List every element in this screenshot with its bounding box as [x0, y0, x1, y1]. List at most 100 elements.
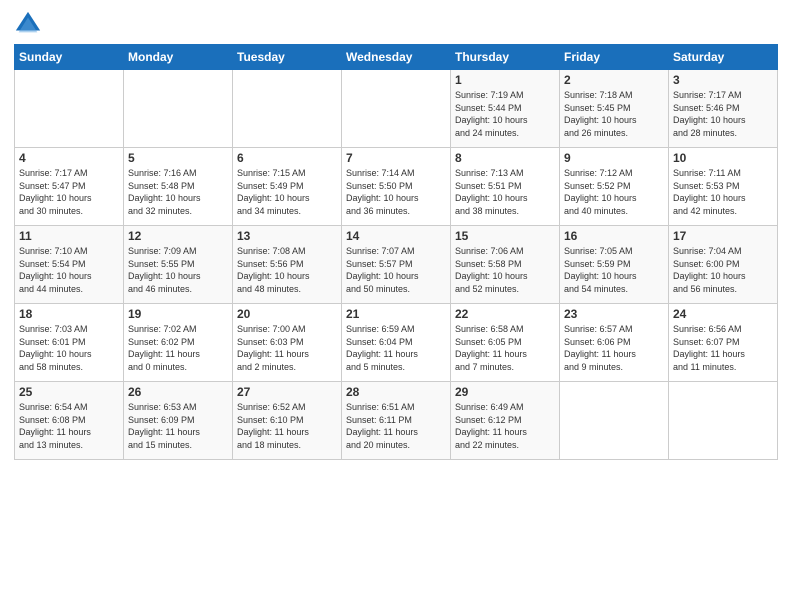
day-cell [233, 70, 342, 148]
day-info: Sunrise: 7:00 AM Sunset: 6:03 PM Dayligh… [237, 323, 337, 373]
day-cell: 5 Sunrise: 7:16 AM Sunset: 5:48 PM Daylig… [124, 148, 233, 226]
day-cell: 21 Sunrise: 6:59 AM Sunset: 6:04 PM Dayli… [342, 304, 451, 382]
day-cell: 11 Sunrise: 7:10 AM Sunset: 5:54 PM Dayli… [15, 226, 124, 304]
day-info: Sunrise: 7:08 AM Sunset: 5:56 PM Dayligh… [237, 245, 337, 295]
day-info: Sunrise: 7:04 AM Sunset: 6:00 PM Dayligh… [673, 245, 773, 295]
weekday-sunday: Sunday [15, 45, 124, 70]
day-cell: 26 Sunrise: 6:53 AM Sunset: 6:09 PM Dayli… [124, 382, 233, 460]
day-cell: 7 Sunrise: 7:14 AM Sunset: 5:50 PM Daylig… [342, 148, 451, 226]
day-number: 3 [673, 73, 773, 87]
day-info: Sunrise: 7:10 AM Sunset: 5:54 PM Dayligh… [19, 245, 119, 295]
day-info: Sunrise: 7:18 AM Sunset: 5:45 PM Dayligh… [564, 89, 664, 139]
day-cell: 13Sunrise: 7:08 AM Sunset: 5:56 PM Dayli… [233, 226, 342, 304]
day-info: Sunrise: 6:59 AM Sunset: 6:04 PM Dayligh… [346, 323, 446, 373]
day-cell [15, 70, 124, 148]
weekday-wednesday: Wednesday [342, 45, 451, 70]
day-info: Sunrise: 7:06 AM Sunset: 5:58 PM Dayligh… [455, 245, 555, 295]
calendar-table: SundayMondayTuesdayWednesdayThursdayFrid… [14, 44, 778, 460]
day-cell: 23 Sunrise: 6:57 AM Sunset: 6:06 PM Dayli… [560, 304, 669, 382]
day-number: 4 [19, 151, 119, 165]
day-number: 6 [237, 151, 337, 165]
weekday-friday: Friday [560, 45, 669, 70]
day-cell: 3 Sunrise: 7:17 AM Sunset: 5:46 PM Daylig… [669, 70, 778, 148]
day-cell: 12 Sunrise: 7:09 AM Sunset: 5:55 PM Dayli… [124, 226, 233, 304]
day-cell: 6 Sunrise: 7:15 AM Sunset: 5:49 PM Daylig… [233, 148, 342, 226]
logo-icon [14, 10, 42, 38]
day-info: Sunrise: 7:11 AM Sunset: 5:53 PM Dayligh… [673, 167, 773, 217]
week-row-4: 25Sunrise: 6:54 AM Sunset: 6:08 PM Dayli… [15, 382, 778, 460]
day-cell: 9Sunrise: 7:12 AM Sunset: 5:52 PM Daylig… [560, 148, 669, 226]
day-number: 23 [564, 307, 664, 321]
day-number: 27 [237, 385, 337, 399]
day-info: Sunrise: 7:19 AM Sunset: 5:44 PM Dayligh… [455, 89, 555, 139]
day-cell [669, 382, 778, 460]
calendar-page: SundayMondayTuesdayWednesdayThursdayFrid… [0, 0, 792, 612]
day-number: 19 [128, 307, 228, 321]
day-number: 21 [346, 307, 446, 321]
day-cell: 15 Sunrise: 7:06 AM Sunset: 5:58 PM Dayli… [451, 226, 560, 304]
week-row-3: 18Sunrise: 7:03 AM Sunset: 6:01 PM Dayli… [15, 304, 778, 382]
day-number: 26 [128, 385, 228, 399]
day-info: Sunrise: 7:15 AM Sunset: 5:49 PM Dayligh… [237, 167, 337, 217]
day-cell [560, 382, 669, 460]
week-row-2: 11 Sunrise: 7:10 AM Sunset: 5:54 PM Dayli… [15, 226, 778, 304]
day-number: 15 [455, 229, 555, 243]
weekday-tuesday: Tuesday [233, 45, 342, 70]
day-cell: 10 Sunrise: 7:11 AM Sunset: 5:53 PM Dayli… [669, 148, 778, 226]
day-cell: 25Sunrise: 6:54 AM Sunset: 6:08 PM Dayli… [15, 382, 124, 460]
day-cell: 20Sunrise: 7:00 AM Sunset: 6:03 PM Dayli… [233, 304, 342, 382]
day-number: 28 [346, 385, 446, 399]
day-cell: 16 Sunrise: 7:05 AM Sunset: 5:59 PM Dayli… [560, 226, 669, 304]
day-number: 29 [455, 385, 555, 399]
day-number: 12 [128, 229, 228, 243]
day-number: 24 [673, 307, 773, 321]
day-info: Sunrise: 6:56 AM Sunset: 6:07 PM Dayligh… [673, 323, 773, 373]
day-cell: 4Sunrise: 7:17 AM Sunset: 5:47 PM Daylig… [15, 148, 124, 226]
day-info: Sunrise: 7:05 AM Sunset: 5:59 PM Dayligh… [564, 245, 664, 295]
day-number: 10 [673, 151, 773, 165]
day-number: 17 [673, 229, 773, 243]
day-number: 16 [564, 229, 664, 243]
day-number: 1 [455, 73, 555, 87]
day-info: Sunrise: 6:58 AM Sunset: 6:05 PM Dayligh… [455, 323, 555, 373]
day-info: Sunrise: 7:17 AM Sunset: 5:46 PM Dayligh… [673, 89, 773, 139]
weekday-header-row: SundayMondayTuesdayWednesdayThursdayFrid… [15, 45, 778, 70]
day-cell: 8Sunrise: 7:13 AM Sunset: 5:51 PM Daylig… [451, 148, 560, 226]
day-number: 22 [455, 307, 555, 321]
day-cell: 18Sunrise: 7:03 AM Sunset: 6:01 PM Dayli… [15, 304, 124, 382]
day-number: 18 [19, 307, 119, 321]
day-cell: 27 Sunrise: 6:52 AM Sunset: 6:10 PM Dayli… [233, 382, 342, 460]
day-info: Sunrise: 7:07 AM Sunset: 5:57 PM Dayligh… [346, 245, 446, 295]
weekday-monday: Monday [124, 45, 233, 70]
day-info: Sunrise: 7:16 AM Sunset: 5:48 PM Dayligh… [128, 167, 228, 217]
day-info: Sunrise: 7:12 AM Sunset: 5:52 PM Dayligh… [564, 167, 664, 217]
day-info: Sunrise: 6:52 AM Sunset: 6:10 PM Dayligh… [237, 401, 337, 451]
logo [14, 10, 46, 38]
day-number: 2 [564, 73, 664, 87]
day-number: 7 [346, 151, 446, 165]
day-cell [342, 70, 451, 148]
day-info: Sunrise: 6:51 AM Sunset: 6:11 PM Dayligh… [346, 401, 446, 451]
day-number: 11 [19, 229, 119, 243]
day-cell: 14Sunrise: 7:07 AM Sunset: 5:57 PM Dayli… [342, 226, 451, 304]
day-info: Sunrise: 7:14 AM Sunset: 5:50 PM Dayligh… [346, 167, 446, 217]
day-info: Sunrise: 6:57 AM Sunset: 6:06 PM Dayligh… [564, 323, 664, 373]
day-info: Sunrise: 7:02 AM Sunset: 6:02 PM Dayligh… [128, 323, 228, 373]
weekday-saturday: Saturday [669, 45, 778, 70]
day-cell: 29 Sunrise: 6:49 AM Sunset: 6:12 PM Dayli… [451, 382, 560, 460]
day-cell: 19 Sunrise: 7:02 AM Sunset: 6:02 PM Dayli… [124, 304, 233, 382]
day-number: 25 [19, 385, 119, 399]
day-cell: 17 Sunrise: 7:04 AM Sunset: 6:00 PM Dayli… [669, 226, 778, 304]
day-info: Sunrise: 6:49 AM Sunset: 6:12 PM Dayligh… [455, 401, 555, 451]
day-info: Sunrise: 7:09 AM Sunset: 5:55 PM Dayligh… [128, 245, 228, 295]
header [14, 10, 778, 38]
day-cell: 24 Sunrise: 6:56 AM Sunset: 6:07 PM Dayli… [669, 304, 778, 382]
day-cell: 2 Sunrise: 7:18 AM Sunset: 5:45 PM Daylig… [560, 70, 669, 148]
day-cell: 28 Sunrise: 6:51 AM Sunset: 6:11 PM Dayli… [342, 382, 451, 460]
day-number: 5 [128, 151, 228, 165]
day-info: Sunrise: 6:53 AM Sunset: 6:09 PM Dayligh… [128, 401, 228, 451]
week-row-1: 4Sunrise: 7:17 AM Sunset: 5:47 PM Daylig… [15, 148, 778, 226]
day-cell [124, 70, 233, 148]
week-row-0: 1 Sunrise: 7:19 AM Sunset: 5:44 PM Daylig… [15, 70, 778, 148]
day-cell: 1 Sunrise: 7:19 AM Sunset: 5:44 PM Daylig… [451, 70, 560, 148]
